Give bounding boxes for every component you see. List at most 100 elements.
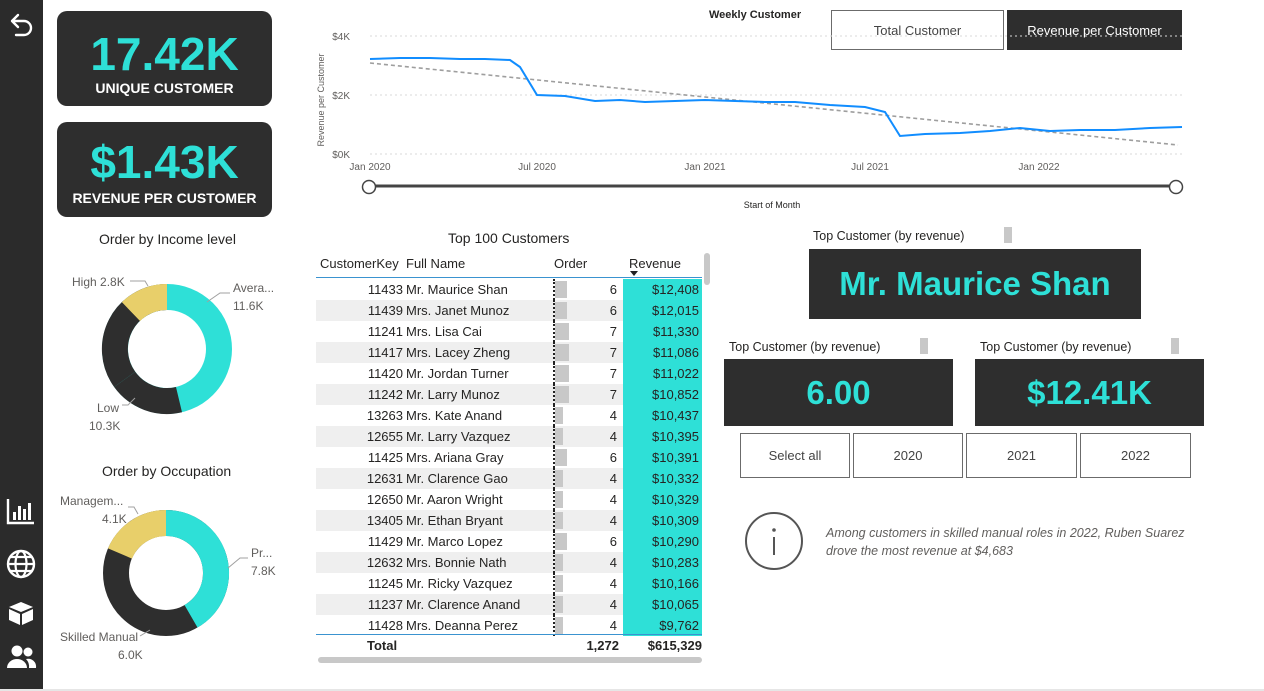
order-databar [555,533,567,550]
globe-icon[interactable] [4,547,38,581]
order-databar [555,575,563,592]
order-databar [555,617,563,634]
table-row[interactable]: 11417 Mrs. Lacey Zheng 7 $11,086 [316,342,702,363]
cell-full-name: Mr. Clarence Gao [406,471,508,486]
header-full-name[interactable]: Full Name [406,256,465,271]
cell-order: 4 [553,426,619,447]
order-databar [555,554,563,571]
table-row[interactable]: 11420 Mr. Jordan Turner 7 $11,022 [316,363,702,384]
table-row[interactable]: 11241 Mrs. Lisa Cai 7 $11,330 [316,321,702,342]
cell-order: 4 [553,552,619,573]
table-row[interactable]: 12650 Mr. Aaron Wright 4 $10,329 [316,489,702,510]
top-customer-revenue-title: Top Customer (by revenue) [980,340,1132,354]
total-label: Total [367,638,398,653]
order-databar [555,596,563,613]
databar-axis [553,510,555,531]
cell-revenue: $10,290 [623,531,702,552]
cell-customerkey: 12631 [366,471,403,486]
cell-revenue: $12,408 [623,279,702,300]
income-leader-high [130,280,149,287]
info-icon [745,512,803,570]
unique-customer-card: 17.42K UNIQUE CUSTOMER [57,11,272,106]
table-vertical-scrollbar[interactable] [704,253,710,285]
table-row[interactable]: 11433 Mr. Maurice Shan 6 $12,408 [316,279,702,300]
cell-order: 4 [553,468,619,489]
slider-handle-end[interactable] [1168,179,1184,195]
x-tick-jan-2021: Jan 2021 [684,162,726,173]
table-row[interactable]: 13405 Mr. Ethan Bryant 4 $10,309 [316,510,702,531]
x-tick-jan-2020: Jan 2020 [349,162,391,173]
cell-full-name: Mr. Jordan Turner [406,366,509,381]
bar-chart-icon[interactable] [4,494,38,528]
year-filter-2020[interactable]: 2020 [853,433,963,478]
cell-customerkey: 13405 [366,513,403,528]
occupation-label-professional-value: 7.8K [251,564,276,578]
table-row[interactable]: 13263 Mrs. Kate Anand 4 $10,437 [316,405,702,426]
header-customerkey[interactable]: CustomerKey [320,256,399,271]
top-customer-revenue-value: $12.41K [1027,373,1152,411]
revenue-series-line [369,57,1183,138]
cell-full-name: Mr. Ethan Bryant [406,513,503,528]
income-label-high: High 2.8K [72,275,125,289]
table-row[interactable]: 11439 Mrs. Janet Munoz 6 $12,015 [316,300,702,321]
databar-axis [553,447,555,468]
y-tick-4k: $4K [332,32,350,43]
cell-full-name: Mrs. Lisa Cai [406,324,482,339]
year-filter-2022[interactable]: 2022 [1080,433,1191,478]
table-row[interactable]: 12632 Mrs. Bonnie Nath 4 $10,283 [316,552,702,573]
databar-axis [553,615,555,636]
databar-axis [553,405,555,426]
cell-full-name: Mr. Aaron Wright [406,492,503,507]
table-row[interactable]: 11425 Mrs. Ariana Gray 6 $10,391 [316,447,702,468]
header-order[interactable]: Order [554,256,587,271]
x-axis-label: Start of Month [744,200,801,210]
cell-customerkey: 12632 [366,555,403,570]
back-arrow-icon[interactable] [4,8,38,42]
table-row[interactable]: 12631 Mr. Clarence Gao 4 $10,332 [316,468,702,489]
y-gridlines [370,35,1185,155]
cell-customerkey: 11425 [367,450,403,465]
total-orders: 1,272 [586,638,619,653]
cell-order: 6 [553,279,619,300]
year-filter-select-all[interactable]: Select all [740,433,850,478]
table-row[interactable]: 11428 Mrs. Deanna Perez 4 $9,762 [316,615,702,636]
header-revenue[interactable]: Revenue [629,256,681,271]
occupation-label-management-name: Managem... [60,494,124,508]
top-customer-orders-title: Top Customer (by revenue) [729,340,881,354]
cell-customerkey: 11420 [367,366,403,381]
x-tick-jul-2020: Jul 2020 [518,162,556,173]
table-title: Top 100 Customers [448,230,570,246]
users-icon[interactable] [4,640,38,674]
cell-full-name: Mrs. Deanna Perez [406,618,518,633]
cell-revenue: $10,395 [623,426,702,447]
occupation-slice-professional[interactable] [165,510,229,628]
cell-customerkey: 11237 [367,597,403,612]
table-row[interactable]: 11245 Mr. Ricky Vazquez 4 $10,166 [316,573,702,594]
cell-full-name: Mrs. Janet Munoz [406,303,510,318]
cell-full-name: Mr. Ricky Vazquez [406,576,513,591]
order-value: 4 [609,408,617,423]
top-customers-table: CustomerKey Full Name Order Revenue 1143… [316,250,712,660]
table-row[interactable]: 11237 Mr. Clarence Anand 4 $10,065 [316,594,702,615]
table-row[interactable]: 12655 Mr. Larry Vazquez 4 $10,395 [316,426,702,447]
cell-revenue: $11,086 [623,342,702,363]
box-icon[interactable] [4,596,38,630]
table-horizontal-scrollbar[interactable] [318,657,702,663]
occupation-slice-management[interactable] [108,510,167,560]
cell-order: 4 [553,615,619,636]
top-customer-name-card: Mr. Maurice Shan [809,249,1141,319]
databar-axis [553,363,555,384]
cell-order: 6 [553,300,619,321]
slider-handle-start[interactable] [361,179,377,195]
table-row[interactable]: 11242 Mr. Larry Munoz 7 $10,852 [316,384,702,405]
cell-customerkey: 12650 [366,492,403,507]
year-filter-2021[interactable]: 2021 [966,433,1077,478]
cell-revenue: $11,022 [623,363,702,384]
order-databar [555,323,569,340]
cell-revenue: $10,166 [623,573,702,594]
cell-customerkey: 11428 [367,618,403,633]
cell-order: 4 [553,489,619,510]
cell-full-name: Mr. Maurice Shan [406,282,508,297]
table-row[interactable]: 11429 Mr. Marco Lopez 6 $10,290 [316,531,702,552]
cell-customerkey: 11241 [367,324,403,339]
